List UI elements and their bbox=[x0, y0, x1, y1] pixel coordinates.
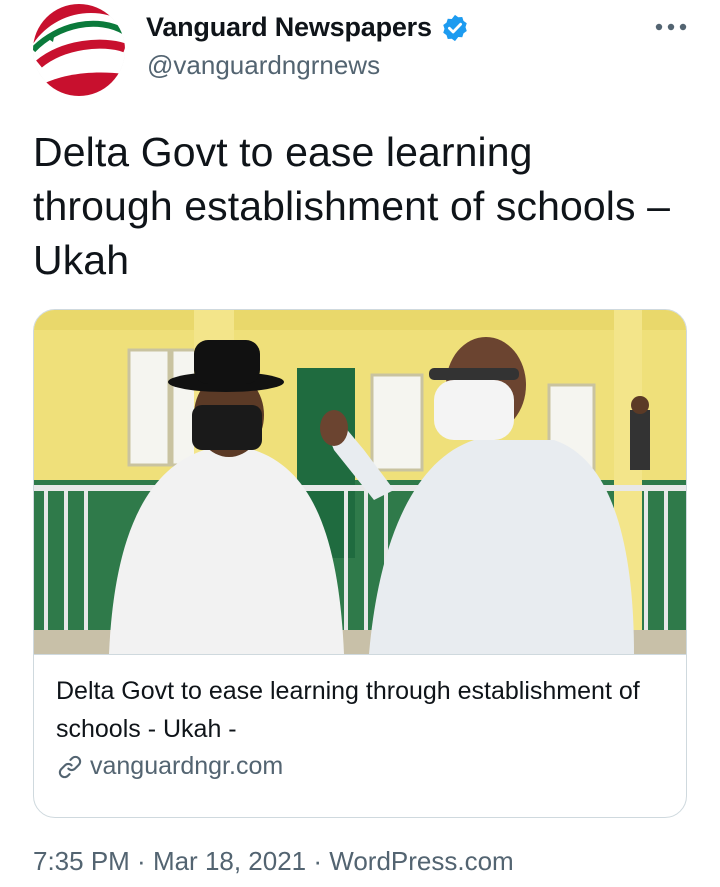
card-title[interactable]: Delta Govt to ease learning through esta… bbox=[56, 672, 666, 748]
link-icon bbox=[58, 755, 82, 778]
meta-separator: · bbox=[129, 846, 153, 876]
card-image[interactable] bbox=[34, 310, 686, 654]
tweet-time[interactable]: 7:35 PM bbox=[33, 846, 130, 877]
more-options-icon[interactable] bbox=[654, 17, 688, 37]
card-photo bbox=[34, 310, 686, 654]
card-body[interactable]: Delta Govt to ease learning through esta… bbox=[56, 672, 666, 781]
tweet-text: Delta Govt to ease learning through esta… bbox=[33, 129, 670, 283]
card-domain-row[interactable]: vanguardngr.com bbox=[56, 752, 666, 781]
tweet-meta: 7:35 PM · Mar 18, 2021 · WordPress.com bbox=[33, 846, 514, 877]
author-handle[interactable]: @vanguardngrnews bbox=[147, 50, 380, 81]
link-card[interactable]: Delta Govt to ease learning through esta… bbox=[33, 309, 687, 818]
meta-separator: · bbox=[306, 846, 330, 876]
card-divider bbox=[34, 654, 686, 655]
tweet-date[interactable]: Mar 18, 2021 bbox=[153, 846, 306, 877]
author-name-row[interactable]: Vanguard Newspapers bbox=[146, 12, 470, 43]
card-domain[interactable]: vanguardngr.com bbox=[90, 752, 283, 781]
vanguard-logo-icon bbox=[33, 4, 125, 96]
tweet-source[interactable]: WordPress.com bbox=[329, 846, 513, 877]
verified-badge-icon bbox=[440, 13, 470, 43]
author-display-name[interactable]: Vanguard Newspapers bbox=[146, 12, 432, 43]
avatar[interactable] bbox=[33, 4, 125, 96]
tweet-header: Vanguard Newspapers @vanguardngrnews bbox=[0, 0, 720, 100]
